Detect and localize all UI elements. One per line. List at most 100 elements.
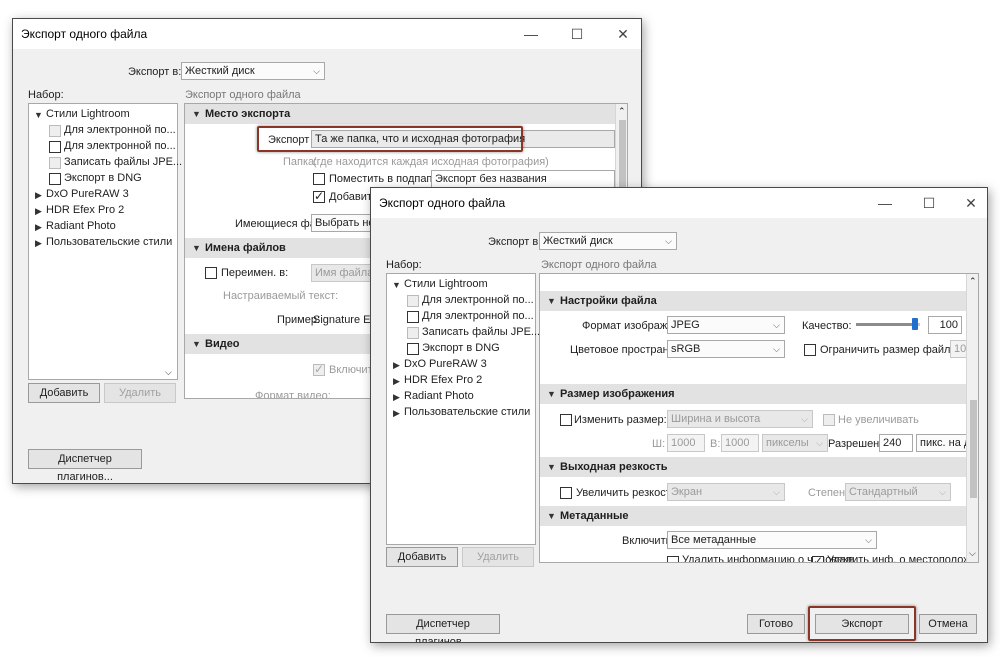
scroll-up-icon[interactable]: ⌃ (618, 106, 626, 117)
front-plugin-manager-button[interactable]: Диспетчер плагинов... (386, 614, 500, 642)
tree-item[interactable]: Для электронной по... (64, 140, 176, 152)
chevron-down-icon: ⌵ (665, 236, 672, 246)
tree-group[interactable]: HDR Efex Pro 2 (404, 374, 482, 386)
custom-text-label: Настраиваемый текст: (223, 290, 339, 302)
section-file-settings[interactable]: ▼ Настройки файла (540, 291, 966, 311)
tree-item[interactable]: Экспорт в DNG (422, 342, 500, 354)
back-export-to-label: Экспорт в: (128, 66, 182, 78)
tree-checkbox[interactable] (49, 141, 61, 153)
tree-group[interactable]: Пользовательские стили (46, 236, 172, 248)
tree-group[interactable]: Radiant Photo (404, 390, 474, 402)
collapse-arrow-icon[interactable]: ▶ (393, 392, 400, 403)
resolution-unit-select[interactable]: пикс. на дюйм (916, 434, 970, 452)
quality-slider-track[interactable] (856, 318, 920, 330)
tree-item[interactable]: Записать файлы JPE... (64, 156, 182, 168)
quality-input[interactable]: 100 (928, 316, 962, 334)
image-format-select[interactable]: JPEG ⌵ (667, 316, 785, 334)
back-export-to-select[interactable]: Жесткий диск ⌵ (181, 62, 325, 80)
collapse-arrow-icon[interactable]: ▶ (393, 360, 400, 371)
remove-location-checkbox[interactable] (812, 554, 824, 562)
close-icon[interactable]: ✕ (961, 193, 981, 213)
chevron-down-icon: ⌵ (816, 438, 823, 448)
tree-group-lightroom[interactable]: Стили Lightroom (46, 108, 130, 120)
back-add-button[interactable]: Добавить (28, 383, 100, 403)
limit-size-checkbox[interactable] (804, 344, 816, 356)
amount-select: Стандартный ⌵ (845, 483, 951, 501)
tree-item[interactable]: Записать файлы JPE... (422, 326, 540, 338)
front-panel-scrollbar[interactable]: ⌃ ⌵ (966, 274, 978, 562)
collapse-arrow-icon[interactable]: ▶ (35, 222, 42, 233)
chevron-down-icon: ⌵ (865, 535, 872, 545)
collapse-arrow-icon[interactable]: ▶ (393, 408, 400, 419)
tree-checkbox[interactable] (407, 343, 419, 355)
chevron-down-icon: ⌵ (801, 414, 808, 424)
back-window-title: Экспорт одного файла (21, 27, 148, 41)
back-plugin-manager-button[interactable]: Диспетчер плагинов... (28, 449, 142, 483)
tree-group[interactable]: DxO PureRAW 3 (46, 188, 129, 200)
chevron-down-icon: ⌵ (773, 320, 780, 330)
sharpen-checkbox[interactable] (560, 487, 572, 499)
color-space-select[interactable]: sRGB ⌵ (667, 340, 785, 358)
quality-label: Качество: (802, 320, 852, 332)
collapse-arrow-icon[interactable]: ▶ (35, 190, 42, 201)
no-enlarge-checkbox (823, 414, 835, 426)
section-output-sharpening[interactable]: ▼ Выходная резкость (540, 457, 966, 477)
height-label: В: (710, 438, 721, 450)
tree-item[interactable]: Для электронной по... (64, 124, 176, 136)
tree-group-lightroom[interactable]: Стили Lightroom (404, 278, 488, 290)
resolution-value: 240 (883, 437, 902, 449)
maximize-icon[interactable]: ☐ (567, 24, 587, 44)
resolution-input[interactable]: 240 (879, 434, 913, 452)
section-metadata[interactable]: ▼ Метаданные (540, 506, 966, 526)
tree-checkbox[interactable] (407, 311, 419, 323)
collapse-arrow-icon[interactable]: ▶ (35, 206, 42, 217)
expand-arrow-icon: ▼ (547, 462, 556, 472)
front-remove-button: Удалить (462, 547, 534, 567)
tree-group[interactable]: DxO PureRAW 3 (404, 358, 487, 370)
tree-item[interactable]: Для электронной по... (422, 294, 534, 306)
subfolder-checkbox[interactable] (313, 173, 325, 185)
back-panel-caption: Экспорт одного файла (185, 89, 301, 101)
remove-person-checkbox[interactable] (667, 556, 679, 562)
tree-checkbox[interactable] (49, 173, 61, 185)
add-to-catalog-checkbox[interactable] (313, 189, 325, 203)
section-export-location[interactable]: ▼ Место экспорта (185, 104, 615, 124)
rename-checkbox[interactable] (205, 267, 217, 279)
scroll-down-icon[interactable]: ⌵ (165, 367, 172, 378)
front-add-button[interactable]: Добавить (386, 547, 458, 567)
collapse-arrow-icon[interactable]: ▶ (35, 238, 42, 249)
chevron-down-icon: ⌵ (939, 487, 946, 497)
expand-arrow-icon[interactable]: ▼ (392, 280, 401, 290)
height-input: 1000 (721, 434, 759, 452)
tree-item[interactable]: Для электронной по... (422, 310, 534, 322)
subfolder-input[interactable]: Экспорт без названия (431, 170, 615, 188)
done-button[interactable]: Готово (747, 614, 805, 634)
sharpen-for-select: Экран ⌵ (667, 483, 785, 501)
front-window-title: Экспорт одного файла (379, 196, 506, 210)
section-image-size[interactable]: ▼ Размер изображения (540, 384, 966, 404)
tree-item[interactable]: Экспорт в DNG (64, 172, 142, 184)
expand-arrow-icon[interactable]: ▼ (34, 110, 43, 120)
scroll-up-icon[interactable]: ⌃ (969, 276, 977, 287)
tree-group[interactable]: Пользовательские стили (404, 406, 530, 418)
include-metadata-select[interactable]: Все метаданные ⌵ (667, 531, 877, 549)
size-unit-value: пикселы (766, 437, 809, 449)
tree-group[interactable]: Radiant Photo (46, 220, 116, 232)
minimize-icon[interactable]: — (875, 193, 895, 213)
resize-checkbox[interactable] (560, 414, 572, 426)
close-icon[interactable]: ✕ (613, 24, 633, 44)
rename-value: Имя файла (315, 267, 374, 279)
collapse-arrow-icon[interactable]: ▶ (393, 376, 400, 387)
maximize-icon[interactable]: ☐ (919, 193, 939, 213)
resize-mode-select: Ширина и высота ⌵ (667, 410, 813, 428)
expand-arrow-icon: ▼ (192, 243, 201, 253)
front-export-to-select[interactable]: Жесткий диск ⌵ (539, 232, 677, 250)
minimize-icon[interactable]: — (521, 24, 541, 44)
tree-group[interactable]: HDR Efex Pro 2 (46, 204, 124, 216)
quality-slider-handle[interactable] (911, 318, 918, 330)
scrollbar-thumb[interactable] (970, 400, 977, 498)
cancel-button[interactable]: Отмена (919, 614, 977, 634)
scroll-down-icon[interactable]: ⌵ (969, 548, 976, 559)
front-titlebar: Экспорт одного файла — ☐ ✕ (371, 188, 987, 218)
no-enlarge-label: Не увеличивать (838, 414, 919, 426)
